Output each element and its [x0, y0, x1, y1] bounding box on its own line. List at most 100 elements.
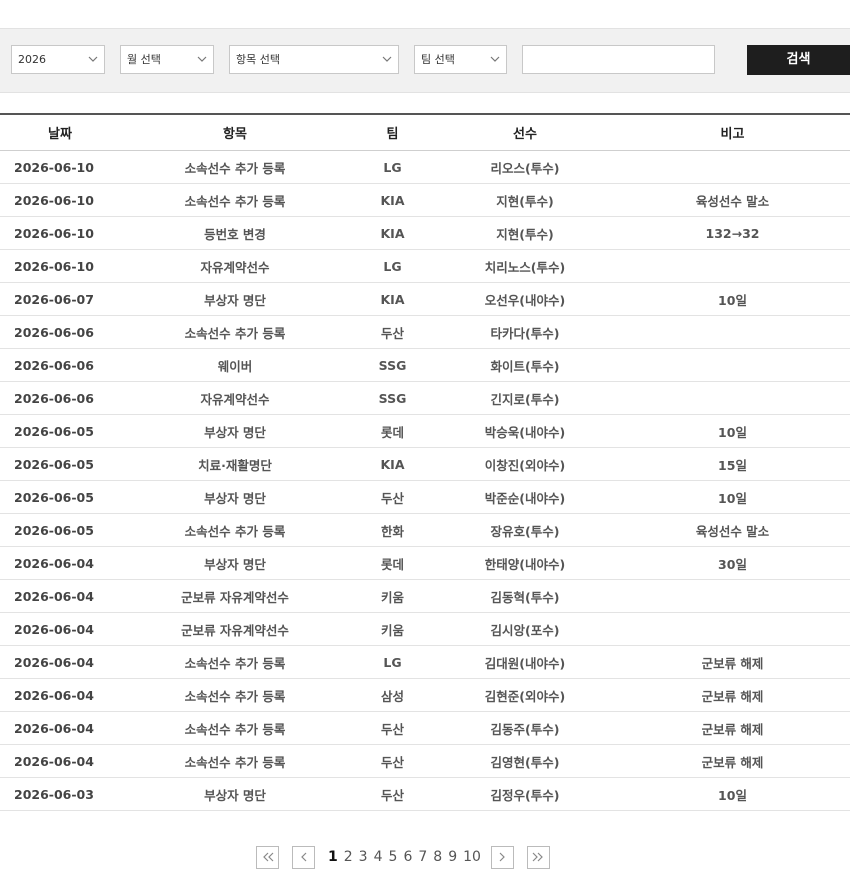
cell-note: 10일	[615, 480, 850, 514]
chevron-down-icon	[197, 46, 207, 63]
cell-team: 키움	[350, 579, 435, 613]
cell-team: KIA	[350, 216, 435, 250]
double-chevron-left-icon	[262, 852, 273, 862]
page-number-8[interactable]: 8	[433, 849, 442, 865]
cell-note: 132→32	[615, 216, 850, 250]
table-row: 2026-06-04 군보류 자유계약선수 키움 김동혁(투수)	[0, 579, 850, 613]
page-number-3[interactable]: 3	[359, 849, 368, 865]
cell-team: 두산	[350, 480, 435, 514]
cell-player: 김시앙(포수)	[435, 612, 615, 646]
cell-date: 2026-06-07	[0, 282, 120, 316]
cell-category: 소속선수 추가 등록	[120, 744, 350, 778]
cell-date: 2026-06-03	[0, 777, 120, 811]
cell-player: 오선우(내야수)	[435, 282, 615, 316]
cell-team: KIA	[350, 282, 435, 316]
cell-team: SSG	[350, 381, 435, 415]
page-number-2[interactable]: 2	[344, 849, 353, 865]
double-chevron-right-icon	[533, 852, 544, 862]
cell-note	[615, 348, 850, 382]
table-row: 2026-06-06 소속선수 추가 등록 두산 타카다(투수)	[0, 315, 850, 349]
cell-note: 군보류 해제	[615, 645, 850, 679]
cell-team: 두산	[350, 711, 435, 745]
cell-category: 웨이버	[120, 348, 350, 382]
page-number-1[interactable]: 1	[328, 849, 338, 865]
cell-date: 2026-06-04	[0, 546, 120, 580]
cell-player: 치리노스(투수)	[435, 249, 615, 283]
year-select-value: 2026	[18, 53, 46, 66]
month-select-value: 월 선택	[127, 53, 161, 66]
filter-bar: 2026 월 선택 항목 선택 팀 선택 검색	[0, 28, 850, 93]
cell-category: 등번호 변경	[120, 216, 350, 250]
cell-category: 자유계약선수	[120, 249, 350, 283]
table-row: 2026-06-04 소속선수 추가 등록 LG 김대원(내야수) 군보류 해제	[0, 645, 850, 679]
team-select-value: 팀 선택	[421, 53, 455, 66]
table-row: 2026-06-07 부상자 명단 KIA 오선우(내야수) 10일	[0, 282, 850, 316]
cell-date: 2026-06-10	[0, 249, 120, 283]
cell-category: 소속선수 추가 등록	[120, 678, 350, 712]
cell-note	[615, 381, 850, 415]
cell-date: 2026-06-06	[0, 381, 120, 415]
cell-team: KIA	[350, 447, 435, 481]
chevron-down-icon	[490, 46, 500, 63]
header-player: 선수	[435, 113, 615, 151]
category-select[interactable]: 항목 선택	[229, 45, 399, 74]
table-row: 2026-06-04 소속선수 추가 등록 삼성 김현준(외야수) 군보류 해제	[0, 678, 850, 712]
page-number-7[interactable]: 7	[418, 849, 427, 865]
year-select[interactable]: 2026	[11, 45, 105, 74]
cell-note: 30일	[615, 546, 850, 580]
month-select[interactable]: 월 선택	[120, 45, 214, 74]
cell-team: 두산	[350, 315, 435, 349]
table-row: 2026-06-05 부상자 명단 두산 박준순(내야수) 10일	[0, 480, 850, 514]
cell-team: KIA	[350, 183, 435, 217]
cell-player: 장유호(투수)	[435, 513, 615, 547]
cell-team: LG	[350, 150, 435, 184]
cell-note	[615, 315, 850, 349]
header-category: 항목	[120, 113, 350, 151]
cell-note	[615, 579, 850, 613]
first-page-button[interactable]	[256, 845, 279, 869]
table-row: 2026-06-04 부상자 명단 롯데 한태양(내야수) 30일	[0, 546, 850, 580]
cell-note: 군보류 해제	[615, 744, 850, 778]
cell-note: 15일	[615, 447, 850, 481]
page-number-5[interactable]: 5	[389, 849, 398, 865]
cell-category: 자유계약선수	[120, 381, 350, 415]
table-row: 2026-06-06 자유계약선수 SSG 긴지로(투수)	[0, 381, 850, 415]
prev-page-button[interactable]	[292, 845, 315, 869]
cell-date: 2026-06-04	[0, 678, 120, 712]
cell-player: 김영현(투수)	[435, 744, 615, 778]
page-number-9[interactable]: 9	[448, 849, 457, 865]
cell-player: 지현(투수)	[435, 216, 615, 250]
cell-team: 한화	[350, 513, 435, 547]
cell-note	[615, 612, 850, 646]
cell-team: 롯데	[350, 546, 435, 580]
pagination: 1 2 3 4 5 6 7 8 9 10	[256, 844, 550, 870]
table-row: 2026-06-10 소속선수 추가 등록 LG 리오스(투수)	[0, 150, 850, 184]
chevron-down-icon	[382, 46, 392, 63]
cell-note	[615, 249, 850, 283]
next-page-button[interactable]	[490, 845, 514, 869]
cell-category: 소속선수 추가 등록	[120, 315, 350, 349]
page-number-4[interactable]: 4	[374, 849, 383, 865]
cell-player: 리오스(투수)	[435, 150, 615, 184]
cell-player: 지현(투수)	[435, 183, 615, 217]
team-select[interactable]: 팀 선택	[414, 45, 507, 74]
cell-team: 롯데	[350, 414, 435, 448]
table-row: 2026-06-04 소속선수 추가 등록 두산 김영현(투수) 군보류 해제	[0, 744, 850, 778]
last-page-button[interactable]	[526, 845, 550, 869]
cell-category: 부상자 명단	[120, 777, 350, 811]
page-number-10[interactable]: 10	[463, 849, 481, 865]
table-row: 2026-06-10 소속선수 추가 등록 KIA 지현(투수) 육성선수 말소	[0, 183, 850, 217]
cell-note: 육성선수 말소	[615, 513, 850, 547]
page-number-6[interactable]: 6	[403, 849, 412, 865]
cell-category: 소속선수 추가 등록	[120, 645, 350, 679]
search-button[interactable]: 검색	[747, 45, 850, 75]
cell-player: 박승욱(내야수)	[435, 414, 615, 448]
cell-date: 2026-06-05	[0, 513, 120, 547]
table-row: 2026-06-04 군보류 자유계약선수 키움 김시앙(포수)	[0, 612, 850, 646]
cell-category: 부상자 명단	[120, 282, 350, 316]
cell-date: 2026-06-04	[0, 579, 120, 613]
search-input[interactable]	[522, 45, 715, 74]
cell-player: 타카다(투수)	[435, 315, 615, 349]
cell-date: 2026-06-04	[0, 744, 120, 778]
cell-category: 군보류 자유계약선수	[120, 579, 350, 613]
